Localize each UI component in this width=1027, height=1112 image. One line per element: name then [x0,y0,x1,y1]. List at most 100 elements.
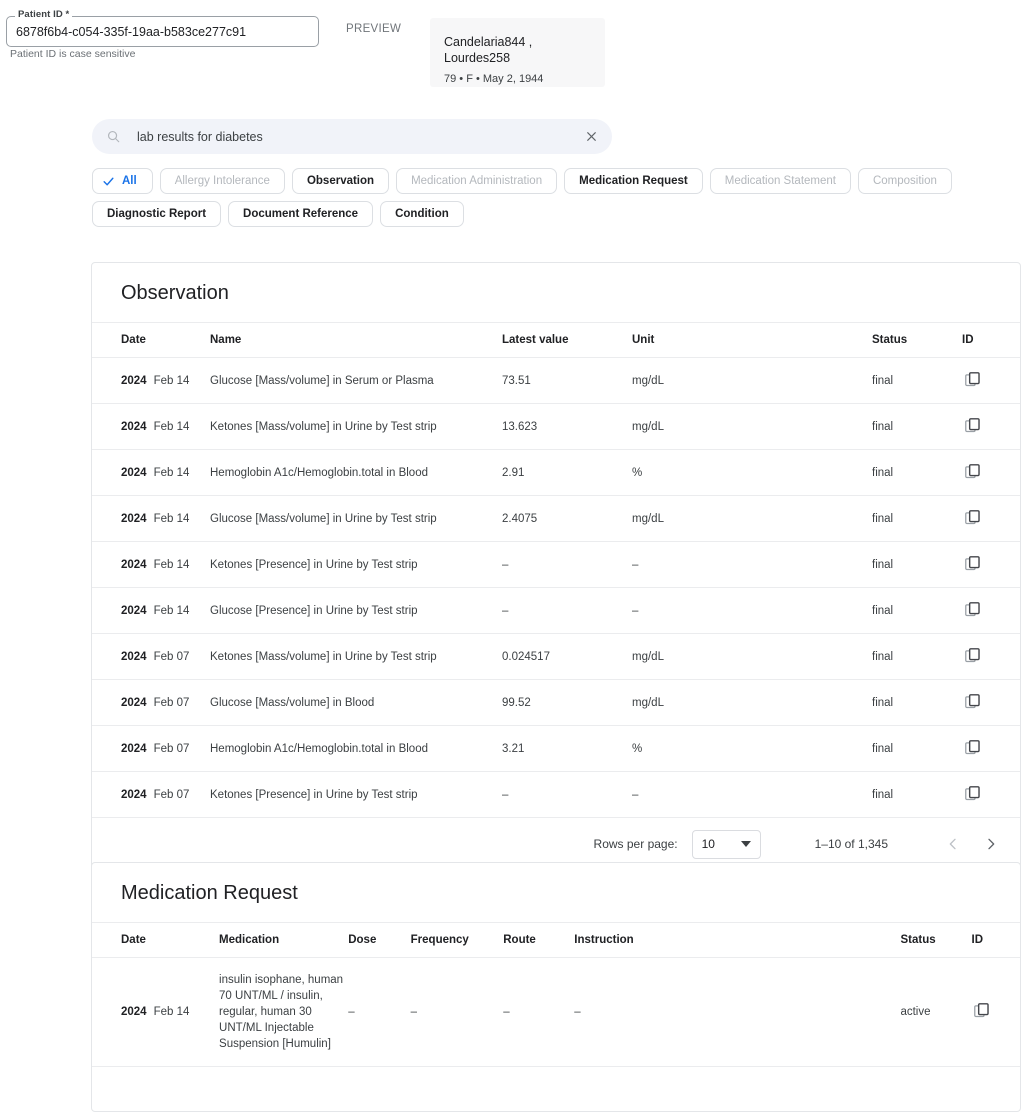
cell-status: active [900,958,971,1067]
filter-chip-medication-request[interactable]: Medication Request [564,168,703,194]
observation-table-row[interactable]: 2024Feb 14Glucose [Presence] in Urine by… [92,588,1020,634]
column-header-date: Date [92,923,219,958]
search-input[interactable] [135,129,580,145]
medication-request-card: Medication Request Date Medication Dose … [91,862,1021,1112]
filter-chip-medication-statement[interactable]: Medication Statement [710,168,851,194]
previous-page-button[interactable] [936,827,970,861]
cell-unit: mg/dL [632,404,872,450]
observation-table-row[interactable]: 2024Feb 07Ketones [Presence] in Urine by… [92,772,1020,818]
rows-per-page-select[interactable]: 10 [692,830,761,859]
observation-header-row: Date Name Latest value Unit Status ID [92,323,1020,358]
copy-id-button[interactable] [962,555,982,575]
cell-latest-value: 2.4075 [502,496,632,542]
cell-date: 2024Feb 14 [92,358,210,404]
cell-status: final [872,450,962,496]
preview-label: PREVIEW [346,23,401,35]
column-header-frequency: Frequency [411,923,504,958]
filter-chip-medication-administration[interactable]: Medication Administration [396,168,557,194]
row-date-monthday: Feb 14 [154,467,190,479]
medication-request-title: Medication Request [92,863,1020,922]
observation-table-row[interactable]: 2024Feb 14Glucose [Mass/volume] in Serum… [92,358,1020,404]
observation-table-row[interactable]: 2024Feb 14Ketones [Mass/volume] in Urine… [92,404,1020,450]
observation-table-row[interactable]: 2024Feb 14Ketones [Presence] in Urine by… [92,542,1020,588]
filter-chip-diagnostic-report[interactable]: Diagnostic Report [92,201,221,227]
copy-id-button[interactable] [962,739,982,759]
cell-name: Hemoglobin A1c/Hemoglobin.total in Blood [210,450,502,496]
observation-table-row[interactable]: 2024Feb 14Hemoglobin A1c/Hemoglobin.tota… [92,450,1020,496]
next-page-button[interactable] [974,827,1008,861]
cell-id [962,542,1020,588]
row-date-year: 2024 [121,651,147,663]
cell-latest-value: 13.623 [502,404,632,450]
cell-id [962,588,1020,634]
filter-chip-label: Composition [873,175,937,187]
cell-latest-value: – [502,772,632,818]
filter-chip-allergy-intolerance[interactable]: Allergy Intolerance [160,168,285,194]
copy-id-button[interactable] [962,509,982,529]
check-icon [102,175,115,188]
copy-id-button[interactable] [962,785,982,805]
copy-id-button[interactable] [962,601,982,621]
cell-frequency: – [411,958,504,1067]
row-date-monthday: Feb 14 [154,559,190,571]
filter-chip-condition[interactable]: Condition [380,201,464,227]
row-date-monthday: Feb 14 [154,375,190,387]
row-date-monthday: Feb 07 [154,743,190,755]
cell-name: Glucose [Mass/volume] in Blood [210,680,502,726]
copy-icon [964,417,981,434]
clear-search-button[interactable] [580,126,602,148]
cell-unit: – [632,588,872,634]
cell-status: final [872,680,962,726]
observation-table-row[interactable]: 2024Feb 07Hemoglobin A1c/Hemoglobin.tota… [92,726,1020,772]
observation-table-row[interactable]: 2024Feb 07Glucose [Mass/volume] in Blood… [92,680,1020,726]
cell-name: Ketones [Presence] in Urine by Test stri… [210,542,502,588]
medication-request-table-row[interactable]: 2024Feb 14insulin isophane, human 70 UNT… [92,958,1020,1067]
observation-table-row[interactable]: 2024Feb 07Ketones [Mass/volume] in Urine… [92,634,1020,680]
observation-table-row[interactable]: 2024Feb 14Glucose [Mass/volume] in Urine… [92,496,1020,542]
cell-id [962,634,1020,680]
cell-name: Glucose [Mass/volume] in Serum or Plasma [210,358,502,404]
cell-unit: % [632,450,872,496]
copy-icon [964,647,981,664]
cell-date: 2024Feb 07 [92,726,210,772]
copy-icon [973,1002,990,1019]
chevron-down-icon [741,841,751,847]
copy-icon [964,739,981,756]
column-header-medication: Medication [219,923,348,958]
cell-instruction: – [574,958,900,1067]
column-header-name: Name [210,323,502,358]
copy-id-button[interactable] [972,1002,992,1022]
filter-chip-document-reference[interactable]: Document Reference [228,201,373,227]
copy-id-button[interactable] [962,463,982,483]
copy-id-button[interactable] [962,693,982,713]
copy-id-button[interactable] [962,371,982,391]
cell-latest-value: 99.52 [502,680,632,726]
cell-status: final [872,404,962,450]
filter-chip-composition[interactable]: Composition [858,168,952,194]
filter-chip-label: Medication Administration [411,175,542,187]
filter-chip-all[interactable]: All [92,168,153,194]
resource-type-filter-chips: All Allergy Intolerance Observation Medicat… [92,168,992,227]
patient-id-input[interactable] [6,16,319,47]
observation-card: Observation Date Name Latest value Unit … [91,262,1021,871]
row-date-monthday: Feb 07 [154,651,190,663]
row-date-monthday: Feb 07 [154,789,190,801]
filter-chip-label: Medication Request [579,175,688,187]
cell-id [962,726,1020,772]
filter-chip-label: Condition [395,208,449,220]
filter-chip-observation[interactable]: Observation [292,168,389,194]
patient-id-field[interactable]: Patient ID * [6,16,319,47]
copy-id-button[interactable] [962,417,982,437]
cell-date: 2024Feb 14 [92,404,210,450]
copy-icon [964,371,981,388]
copy-id-button[interactable] [962,647,982,667]
search-bar[interactable] [92,119,612,154]
cell-status: final [872,588,962,634]
copy-icon [964,693,981,710]
cell-name: Glucose [Presence] in Urine by Test stri… [210,588,502,634]
column-header-date: Date [92,323,210,358]
column-header-route: Route [503,923,574,958]
observation-table-body: 2024Feb 14Glucose [Mass/volume] in Serum… [92,358,1020,818]
cell-id [972,958,1020,1067]
row-date-year: 2024 [121,421,147,433]
